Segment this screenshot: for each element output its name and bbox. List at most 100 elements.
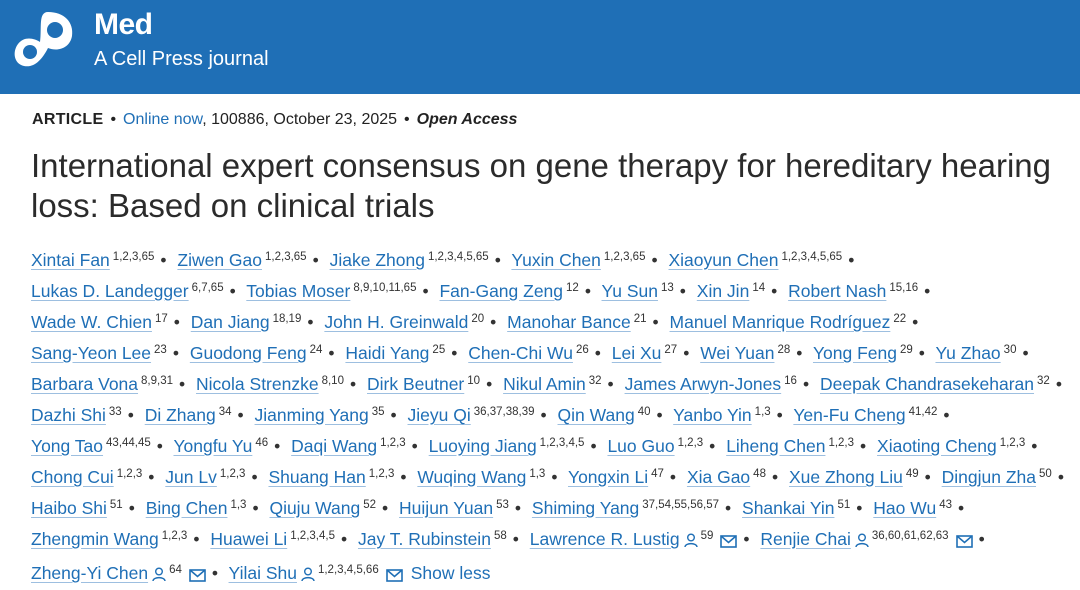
affiliation-numbers[interactable]: 1,2,3 (380, 437, 406, 449)
affiliation-numbers[interactable]: 1,2,3,65 (604, 251, 646, 263)
author-name-link[interactable]: Jieyu Qi (408, 405, 471, 425)
author-name-link[interactable]: Shuang Han (268, 467, 365, 487)
affiliation-numbers[interactable]: 35 (372, 406, 385, 418)
author-name-link[interactable]: Haidi Yang (345, 343, 429, 363)
affiliation-numbers[interactable]: 20 (471, 313, 484, 325)
show-less-button[interactable]: Show less (411, 563, 491, 583)
envelope-icon[interactable] (385, 562, 403, 590)
envelope-icon[interactable] (720, 528, 738, 556)
affiliation-numbers[interactable]: 13 (661, 282, 674, 294)
author-name-link[interactable]: Wuqing Wang (417, 467, 526, 487)
affiliation-numbers[interactable]: 1,2,3 (828, 437, 854, 449)
author-name-link[interactable]: Jun Lv (165, 467, 217, 487)
affiliation-numbers[interactable]: 1,2,3,4,5,65 (781, 251, 842, 263)
affiliation-numbers[interactable]: 1,2,3,4,5,66 (318, 564, 379, 576)
affiliation-numbers[interactable]: 33 (109, 406, 122, 418)
affiliation-numbers[interactable]: 15,16 (889, 282, 918, 294)
author-name-link[interactable]: Shiming Yang (532, 498, 639, 518)
author-name-link[interactable]: Nikul Amin (503, 374, 586, 394)
author-name-link[interactable]: Yu Zhao (935, 343, 1000, 363)
author-name-link[interactable]: Zheng-Yi Chen (31, 563, 148, 583)
author-name-link[interactable]: Lukas D. Landegger (31, 281, 189, 301)
author-name-link[interactable]: Huijun Yuan (399, 498, 493, 518)
author-name-link[interactable]: Jianming Yang (255, 405, 369, 425)
author-name-link[interactable]: Xintai Fan (31, 250, 110, 270)
online-now-link[interactable]: Online now (123, 111, 202, 128)
affiliation-numbers[interactable]: 28 (777, 344, 790, 356)
author-name-link[interactable]: Yuxin Chen (511, 250, 601, 270)
journal-name[interactable]: Med (94, 8, 153, 42)
author-name-link[interactable]: Qin Wang (558, 405, 635, 425)
author-name-link[interactable]: Ziwen Gao (177, 250, 262, 270)
author-name-link[interactable]: Luoying Jiang (429, 436, 537, 456)
author-name-link[interactable]: Dingjun Zha (942, 467, 1036, 487)
affiliation-numbers[interactable]: 27 (664, 344, 677, 356)
affiliation-numbers[interactable]: 1,2,3 (369, 468, 395, 480)
author-name-link[interactable]: Di Zhang (145, 405, 216, 425)
affiliation-numbers[interactable]: 8,10 (322, 375, 344, 387)
author-name-link[interactable]: Xia Gao (687, 467, 750, 487)
affiliation-numbers[interactable]: 25 (432, 344, 445, 356)
author-name-link[interactable]: James Arwyn-Jones (625, 374, 782, 394)
affiliation-numbers[interactable]: 36,60,61,62,63 (872, 530, 949, 542)
affiliation-numbers[interactable]: 1,2,3,65 (265, 251, 307, 263)
author-name-link[interactable]: Liheng Chen (726, 436, 825, 456)
affiliation-numbers[interactable]: 16 (784, 375, 797, 387)
affiliation-numbers[interactable]: 53 (496, 499, 509, 511)
affiliation-numbers[interactable]: 1,2,3 (117, 468, 143, 480)
author-name-link[interactable]: Yanbo Yin (673, 405, 752, 425)
affiliation-numbers[interactable]: 26 (576, 344, 589, 356)
affiliation-numbers[interactable]: 59 (701, 530, 714, 542)
envelope-icon[interactable] (189, 562, 206, 590)
author-name-link[interactable]: Chen-Chi Wu (468, 343, 573, 363)
author-name-link[interactable]: Lei Xu (612, 343, 662, 363)
affiliation-numbers[interactable]: 1,2,3 (220, 468, 246, 480)
author-name-link[interactable]: Yen-Fu Cheng (793, 405, 905, 425)
author-name-link[interactable]: Xiaoyun Chen (669, 250, 779, 270)
affiliation-numbers[interactable]: 47 (651, 468, 664, 480)
affiliation-numbers[interactable]: 1,3 (230, 499, 246, 511)
author-name-link[interactable]: Manohar Bance (507, 312, 631, 332)
author-name-link[interactable]: Sang-Yeon Lee (31, 343, 151, 363)
author-name-link[interactable]: Bing Chen (146, 498, 228, 518)
author-name-link[interactable]: Nicola Strenzke (196, 374, 319, 394)
author-name-link[interactable]: Barbara Vona (31, 374, 138, 394)
affiliation-numbers[interactable]: 43,44,45 (106, 437, 151, 449)
affiliation-numbers[interactable]: 43 (939, 499, 952, 511)
affiliation-numbers[interactable]: 48 (753, 468, 766, 480)
affiliation-numbers[interactable]: 1,2,3 (1000, 437, 1026, 449)
affiliation-numbers[interactable]: 21 (634, 313, 647, 325)
affiliation-numbers[interactable]: 6,7,65 (192, 282, 224, 294)
affiliation-numbers[interactable]: 1,3 (755, 406, 771, 418)
author-name-link[interactable]: Chong Cui (31, 467, 114, 487)
author-name-link[interactable]: Qiuju Wang (269, 498, 360, 518)
author-name-link[interactable]: Haibo Shi (31, 498, 107, 518)
affiliation-numbers[interactable]: 8,9,31 (141, 375, 173, 387)
author-name-link[interactable]: Dan Jiang (191, 312, 270, 332)
envelope-icon[interactable] (955, 528, 973, 556)
author-name-link[interactable]: Manuel Manrique Rodríguez (670, 312, 891, 332)
affiliation-numbers[interactable]: 1,2,3,65 (113, 251, 155, 263)
author-name-link[interactable]: Xiaoting Cheng (877, 436, 997, 456)
author-name-link[interactable]: Hao Wu (873, 498, 936, 518)
author-name-link[interactable]: Wade W. Chien (31, 312, 152, 332)
med-logo-icon[interactable] (12, 8, 76, 84)
author-name-link[interactable]: Xue Zhong Liu (789, 467, 903, 487)
author-name-link[interactable]: Renjie Chai (760, 529, 850, 549)
author-name-link[interactable]: Guodong Feng (190, 343, 307, 363)
affiliation-numbers[interactable]: 22 (893, 313, 906, 325)
affiliation-numbers[interactable]: 12 (566, 282, 579, 294)
affiliation-numbers[interactable]: 1,3 (529, 468, 545, 480)
affiliation-numbers[interactable]: 64 (169, 564, 182, 576)
author-name-link[interactable]: Jay T. Rubinstein (358, 529, 491, 549)
affiliation-numbers[interactable]: 51 (110, 499, 123, 511)
affiliation-numbers[interactable]: 36,37,38,39 (474, 406, 535, 418)
affiliation-numbers[interactable]: 50 (1039, 468, 1052, 480)
affiliation-numbers[interactable]: 49 (906, 468, 919, 480)
affiliation-numbers[interactable]: 30 (1004, 344, 1017, 356)
affiliation-numbers[interactable]: 58 (494, 530, 507, 542)
affiliation-numbers[interactable]: 34 (219, 406, 232, 418)
author-name-link[interactable]: Xin Jin (697, 281, 750, 301)
author-name-link[interactable]: Fan-Gang Zeng (439, 281, 563, 301)
author-name-link[interactable]: Yu Sun (602, 281, 658, 301)
